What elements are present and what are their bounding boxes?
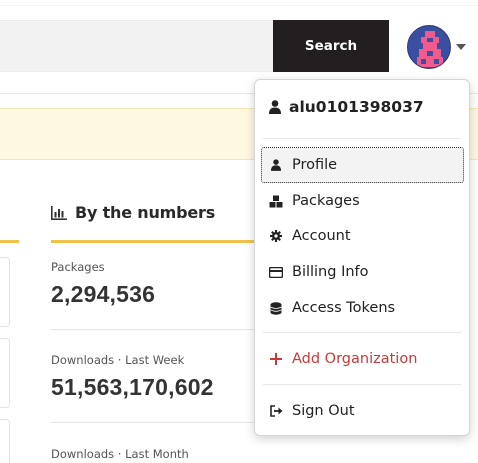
menu-item-billing-info[interactable]: Billing Info bbox=[261, 254, 464, 290]
stat-label-downloads-month: Downloads · Last Month bbox=[51, 447, 189, 461]
gear-icon bbox=[270, 230, 282, 242]
search-input[interactable] bbox=[0, 20, 273, 72]
menu-item-label: Packages bbox=[292, 193, 360, 209]
menu-item-label: Account bbox=[292, 228, 351, 244]
left-card bbox=[0, 257, 10, 327]
menu-separator bbox=[263, 332, 461, 333]
credit-card-icon bbox=[269, 266, 283, 278]
menu-item-access-tokens[interactable]: Access Tokens bbox=[261, 290, 464, 326]
chevron-down-icon bbox=[456, 44, 466, 50]
stats-heading: By the numbers bbox=[51, 203, 215, 222]
stat-label-packages: Packages bbox=[51, 260, 105, 274]
tokens-icon bbox=[270, 301, 282, 315]
search-button[interactable]: Search bbox=[273, 20, 389, 72]
user-menu-toggle[interactable] bbox=[407, 25, 467, 69]
plus-icon bbox=[270, 353, 282, 365]
stats-heading-underline bbox=[51, 240, 271, 243]
menu-item-add-organization[interactable]: Add Organization bbox=[261, 341, 464, 377]
menu-item-label: Billing Info bbox=[292, 264, 369, 280]
sign-out-icon bbox=[269, 405, 282, 417]
stats-title: By the numbers bbox=[75, 203, 216, 222]
menu-item-label: Access Tokens bbox=[292, 300, 396, 316]
menu-item-account[interactable]: Account bbox=[261, 218, 464, 254]
user-icon bbox=[271, 159, 281, 171]
menu-item-packages[interactable]: Packages bbox=[261, 183, 464, 219]
menu-item-label: Add Organization bbox=[292, 351, 418, 367]
left-card bbox=[0, 419, 10, 463]
stat-value-downloads-week: 51,563,170,602 bbox=[51, 374, 214, 400]
left-tab-underline bbox=[0, 240, 19, 243]
menu-item-label: Sign Out bbox=[292, 403, 355, 419]
dropdown-username: alu0101398037 bbox=[289, 98, 424, 116]
user-icon bbox=[269, 100, 281, 114]
menu-item-profile[interactable]: Profile bbox=[261, 147, 464, 183]
stat-divider bbox=[51, 329, 271, 330]
stat-value-packages: 2,294,536 bbox=[51, 281, 156, 307]
packages-icon bbox=[269, 195, 283, 207]
menu-item-sign-out[interactable]: Sign Out bbox=[261, 393, 464, 429]
menu-separator bbox=[263, 138, 461, 139]
user-dropdown-menu: alu0101398037 Profile Packages Account B… bbox=[254, 79, 470, 436]
stat-divider bbox=[51, 422, 271, 423]
menu-item-label: Profile bbox=[292, 157, 338, 173]
stat-label-downloads-week: Downloads · Last Week bbox=[51, 353, 185, 367]
avatar[interactable] bbox=[407, 25, 451, 69]
menu-separator bbox=[263, 384, 461, 385]
dropdown-user-header: alu0101398037 bbox=[269, 98, 424, 116]
left-card bbox=[0, 338, 10, 408]
top-strip bbox=[0, 0, 478, 6]
bar-chart-icon bbox=[51, 205, 67, 220]
